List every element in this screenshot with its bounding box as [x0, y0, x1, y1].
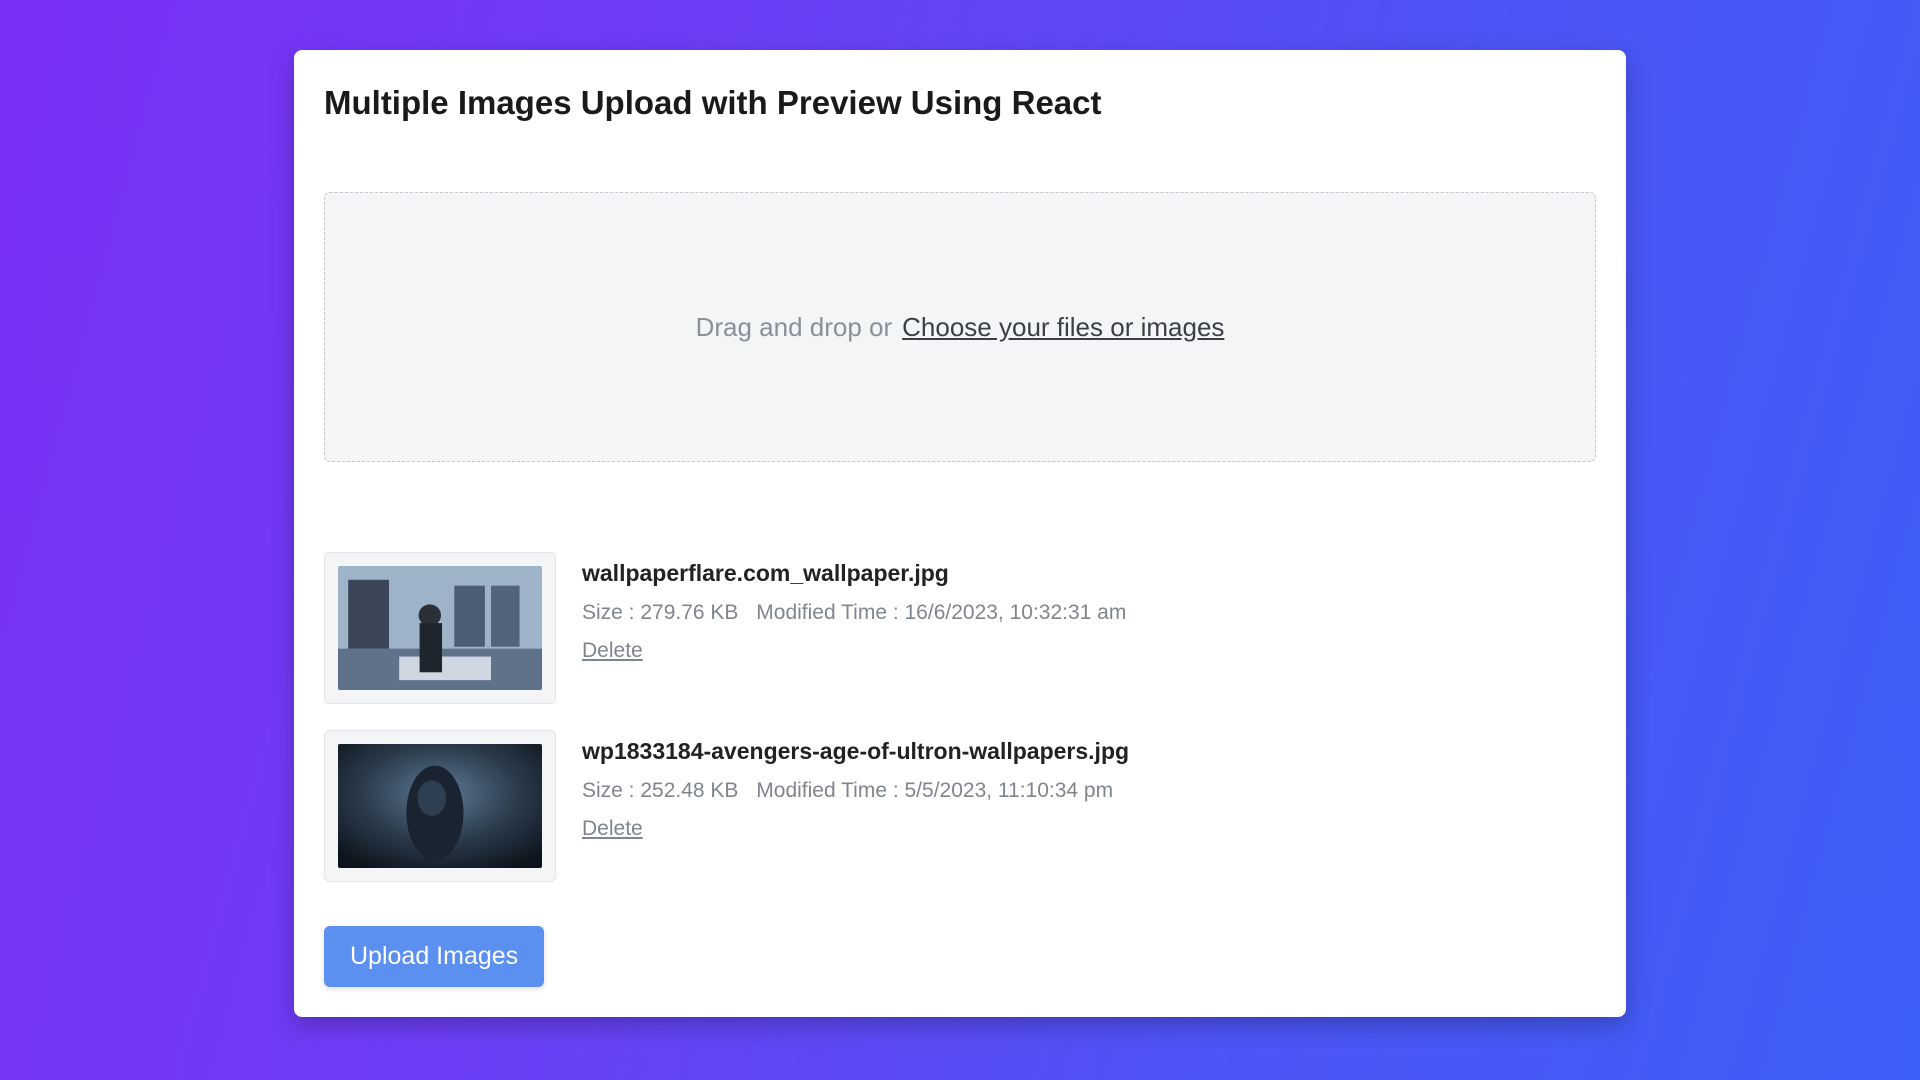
thumbnail-image-icon — [338, 566, 542, 690]
delete-button[interactable]: Delete — [582, 639, 643, 662]
file-row: wallpaperflare.com_wallpaper.jpg Size : … — [324, 552, 1596, 704]
choose-files-link[interactable]: Choose your files or images — [902, 312, 1224, 343]
upload-card: Multiple Images Upload with Preview Usin… — [294, 50, 1626, 1017]
thumbnail-image-icon — [338, 744, 542, 868]
file-list: wallpaperflare.com_wallpaper.jpg Size : … — [324, 552, 1596, 882]
file-meta: Size : 279.76 KB Modified Time : 16/6/20… — [582, 601, 1126, 625]
file-name: wp1833184-avengers-age-of-ultron-wallpap… — [582, 738, 1129, 765]
file-meta: Size : 252.48 KB Modified Time : 5/5/202… — [582, 779, 1129, 803]
file-thumbnail — [324, 730, 556, 882]
file-modified: Modified Time : 5/5/2023, 11:10:34 pm — [756, 779, 1113, 802]
file-size: Size : 279.76 KB — [582, 601, 738, 624]
file-info: wp1833184-avengers-age-of-ultron-wallpap… — [582, 730, 1129, 841]
file-row: wp1833184-avengers-age-of-ultron-wallpap… — [324, 730, 1596, 882]
file-info: wallpaperflare.com_wallpaper.jpg Size : … — [582, 552, 1126, 663]
file-name: wallpaperflare.com_wallpaper.jpg — [582, 560, 1126, 587]
page-title: Multiple Images Upload with Preview Usin… — [324, 84, 1596, 122]
upload-images-button[interactable]: Upload Images — [324, 926, 544, 987]
file-modified: Modified Time : 16/6/2023, 10:32:31 am — [756, 601, 1126, 624]
delete-button[interactable]: Delete — [582, 817, 643, 840]
dropzone[interactable]: Drag and drop or Choose your files or im… — [324, 192, 1596, 462]
file-size: Size : 252.48 KB — [582, 779, 738, 802]
file-thumbnail — [324, 552, 556, 704]
dropzone-prompt: Drag and drop or — [696, 312, 893, 343]
